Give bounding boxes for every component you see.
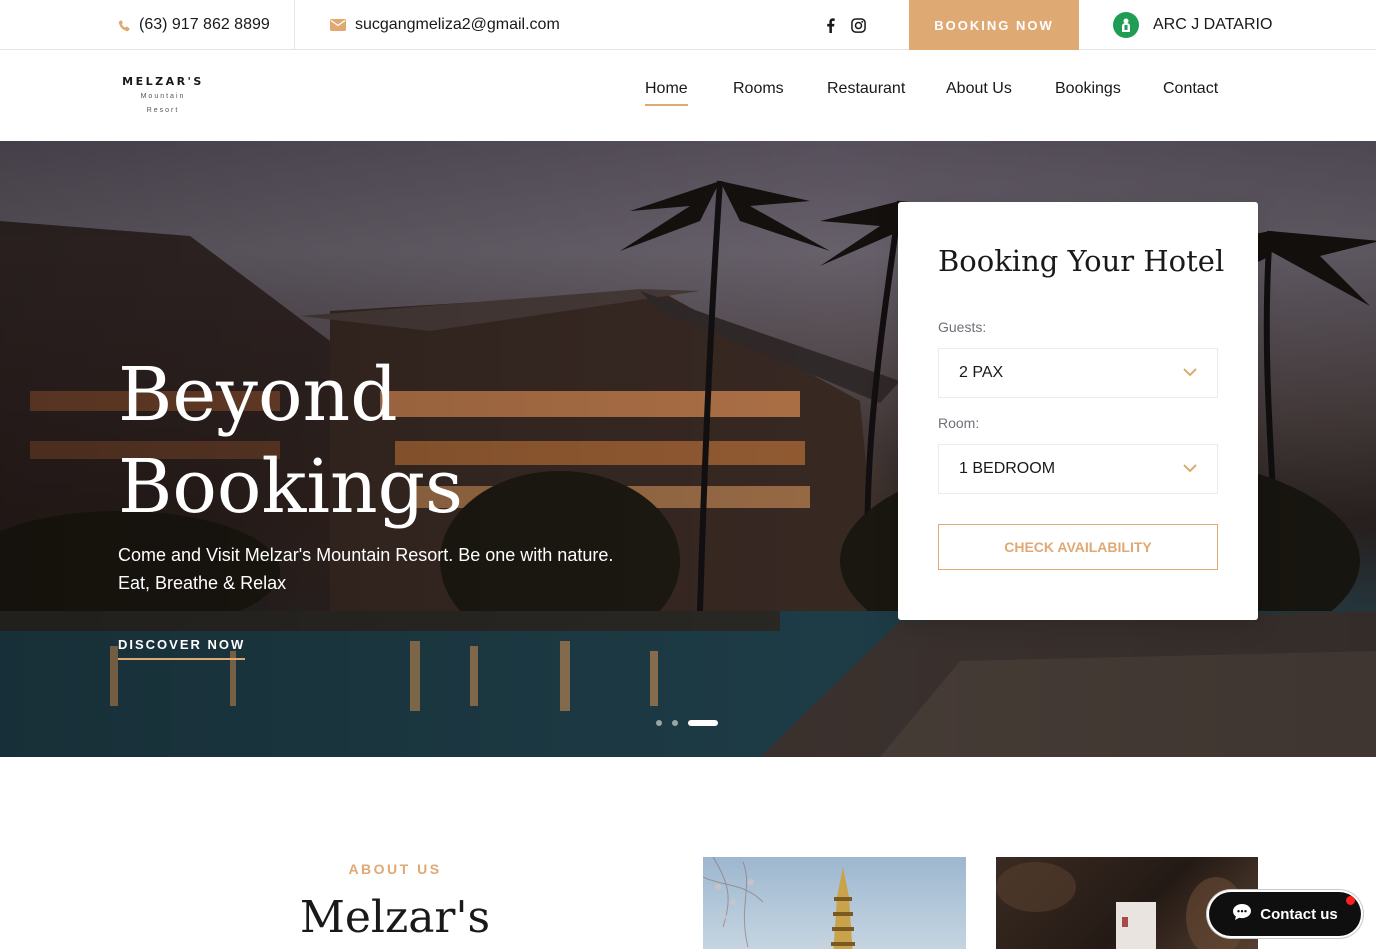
guests-select[interactable]: 2 PAX xyxy=(938,348,1218,398)
hero-subtitle: Come and Visit Melzar's Mountain Resort.… xyxy=(118,545,614,593)
about-image-tower xyxy=(703,857,966,949)
slider-dot-3[interactable] xyxy=(688,720,718,726)
check-availability-button[interactable]: CHECK AVAILABILITY xyxy=(938,524,1218,570)
user-avatar-icon xyxy=(1113,12,1139,38)
about-section-tag: ABOUT US xyxy=(348,861,442,877)
nav-home[interactable]: Home xyxy=(645,80,688,106)
nav-restaurant[interactable]: Restaurant xyxy=(827,80,905,98)
envelope-icon xyxy=(330,19,346,31)
booking-form-title: Booking Your Hotel xyxy=(938,244,1225,278)
slider-dots xyxy=(656,720,718,726)
phone-contact[interactable]: (63) 917 862 8899 xyxy=(118,0,270,50)
chevron-down-icon xyxy=(1183,364,1197,382)
chevron-down-icon xyxy=(1183,460,1197,478)
hero-title-line-2: Bookings xyxy=(118,444,463,530)
facebook-icon[interactable] xyxy=(826,17,835,33)
room-label: Room: xyxy=(938,415,980,431)
contact-us-button[interactable]: Contact us xyxy=(1209,892,1361,936)
instagram-icon[interactable] xyxy=(851,17,866,33)
guests-label: Guests: xyxy=(938,319,987,335)
email-contact[interactable]: sucgangmeliza2@gmail.com xyxy=(330,0,560,50)
slider-dot-1[interactable] xyxy=(656,720,662,726)
nav-contact[interactable]: Contact xyxy=(1163,80,1218,98)
main-navigation: MELZAR'S Mountain Resort Home Rooms Rest… xyxy=(0,51,1376,141)
nav-rooms[interactable]: Rooms xyxy=(733,80,784,98)
booking-now-button[interactable]: BOOKING NOW xyxy=(909,0,1079,50)
contact-us-label: Contact us xyxy=(1260,905,1338,923)
slider-dot-2[interactable] xyxy=(672,720,678,726)
top-bar: (63) 917 862 8899 sucgangmeliza2@gmail.c… xyxy=(0,0,1376,50)
phone-icon xyxy=(118,19,131,32)
about-section-title: Melzar's xyxy=(299,892,491,943)
discover-now-link[interactable]: DISCOVER NOW xyxy=(118,637,246,660)
social-links xyxy=(826,0,866,50)
booking-form: Booking Your Hotel Guests: 2 PAX Room: 1… xyxy=(898,202,1258,620)
room-value: 1 BEDROOM xyxy=(959,460,1056,477)
user-menu[interactable]: ARC J DATARIO xyxy=(1113,0,1272,50)
email-address: sucgangmeliza2@gmail.com xyxy=(355,16,560,33)
topbar-divider xyxy=(294,0,295,50)
hero-title: Beyond Bookings xyxy=(118,349,678,533)
user-name: ARC J DATARIO xyxy=(1153,16,1273,33)
phone-number: (63) 917 862 8899 xyxy=(139,16,270,33)
room-select[interactable]: 1 BEDROOM xyxy=(938,444,1218,494)
nav-links: Home Rooms Restaurant About Us Bookings … xyxy=(0,51,1376,141)
chat-bubble-icon xyxy=(1232,903,1252,925)
nav-about-us[interactable]: About Us xyxy=(946,80,1012,98)
guests-value: 2 PAX xyxy=(959,364,1004,381)
nav-bookings[interactable]: Bookings xyxy=(1055,80,1121,98)
hero-title-line-1: Beyond xyxy=(118,352,398,438)
notification-dot xyxy=(1346,896,1355,905)
